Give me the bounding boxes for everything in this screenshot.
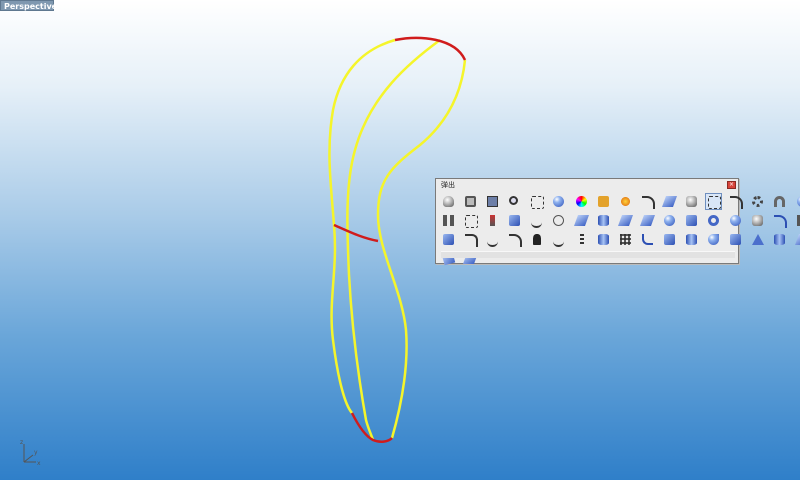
freeform-icon[interactable] [507, 232, 523, 247]
spark-icon[interactable] [618, 194, 633, 209]
solid-box-icon[interactable] [441, 232, 456, 247]
blend-icon[interactable] [750, 213, 765, 228]
gear-icon[interactable] [750, 194, 765, 209]
inner-curve [346, 38, 441, 441]
wave-icon[interactable] [529, 213, 544, 228]
render-sphere-icon[interactable] [551, 194, 566, 209]
cube-icon[interactable] [684, 213, 699, 228]
popup-toolbar[interactable]: 弹出 × [435, 178, 800, 266]
layer-icon[interactable] [661, 194, 677, 209]
axis-label-z: z [20, 439, 23, 446]
zoom-extents-icon[interactable] [507, 194, 522, 209]
toolbar-row-3 [436, 230, 800, 249]
capsule-icon[interactable] [684, 232, 699, 247]
stack-icon[interactable] [573, 213, 589, 228]
tower-icon[interactable] [750, 232, 765, 247]
plane-icon[interactable] [639, 213, 655, 228]
close-icon: × [728, 181, 735, 188]
move-icon[interactable] [684, 194, 699, 209]
light-bulb-icon[interactable] [441, 194, 456, 209]
extrude-icon[interactable] [772, 213, 788, 228]
sphere-icon[interactable] [662, 213, 677, 228]
color-wheel-icon[interactable] [574, 194, 589, 209]
surface-icon[interactable] [617, 213, 633, 228]
paint-bucket-icon[interactable] [596, 194, 611, 209]
cut-icon[interactable] [706, 232, 721, 247]
axis-label-x: x [37, 460, 41, 467]
ruled-icon[interactable] [662, 232, 677, 247]
middle-seam-highlight [333, 223, 379, 243]
close-button[interactable]: × [727, 181, 736, 189]
pipe-icon[interactable] [795, 213, 800, 228]
axis-gizmo-icon: z y x [20, 439, 41, 467]
curve-icon[interactable] [640, 194, 655, 209]
cone-icon[interactable] [728, 213, 743, 228]
cylinder-tube-icon[interactable] [596, 232, 611, 247]
walk-icon[interactable] [529, 232, 544, 247]
zigzag-icon[interactable] [551, 232, 566, 247]
save-icon[interactable] [485, 194, 500, 209]
arc-icon[interactable] [728, 194, 744, 209]
torus-icon[interactable] [706, 213, 721, 228]
shell-icon[interactable] [795, 194, 800, 209]
popup-title-bar[interactable]: 弹出 × [436, 179, 738, 192]
cylinder-icon[interactable] [596, 213, 611, 228]
snap-icon[interactable] [705, 193, 723, 210]
fillet-icon[interactable] [640, 232, 655, 247]
popup-title: 弹出 [441, 181, 455, 189]
polyline-icon[interactable] [463, 232, 479, 247]
toolbar-row-2 [436, 211, 800, 230]
arch-icon[interactable] [772, 194, 787, 209]
ladder-icon[interactable] [574, 232, 589, 247]
points-icon[interactable] [463, 213, 479, 228]
bolt-icon[interactable] [485, 213, 500, 228]
panel-icon[interactable] [728, 232, 743, 247]
spline-icon[interactable] [485, 232, 500, 247]
lock-icon[interactable] [463, 194, 478, 209]
popup-footer-bar [441, 251, 735, 258]
zoom-window-icon[interactable] [529, 194, 545, 209]
mirror-icon[interactable] [441, 213, 456, 228]
rotate-icon[interactable] [551, 213, 566, 228]
toolbar-row-1 [436, 192, 800, 211]
box-icon[interactable] [507, 213, 522, 228]
disc-icon[interactable] [772, 232, 787, 247]
patch-icon[interactable] [794, 232, 800, 247]
axis-label-y: y [34, 449, 38, 456]
grid-icon[interactable] [618, 232, 633, 247]
